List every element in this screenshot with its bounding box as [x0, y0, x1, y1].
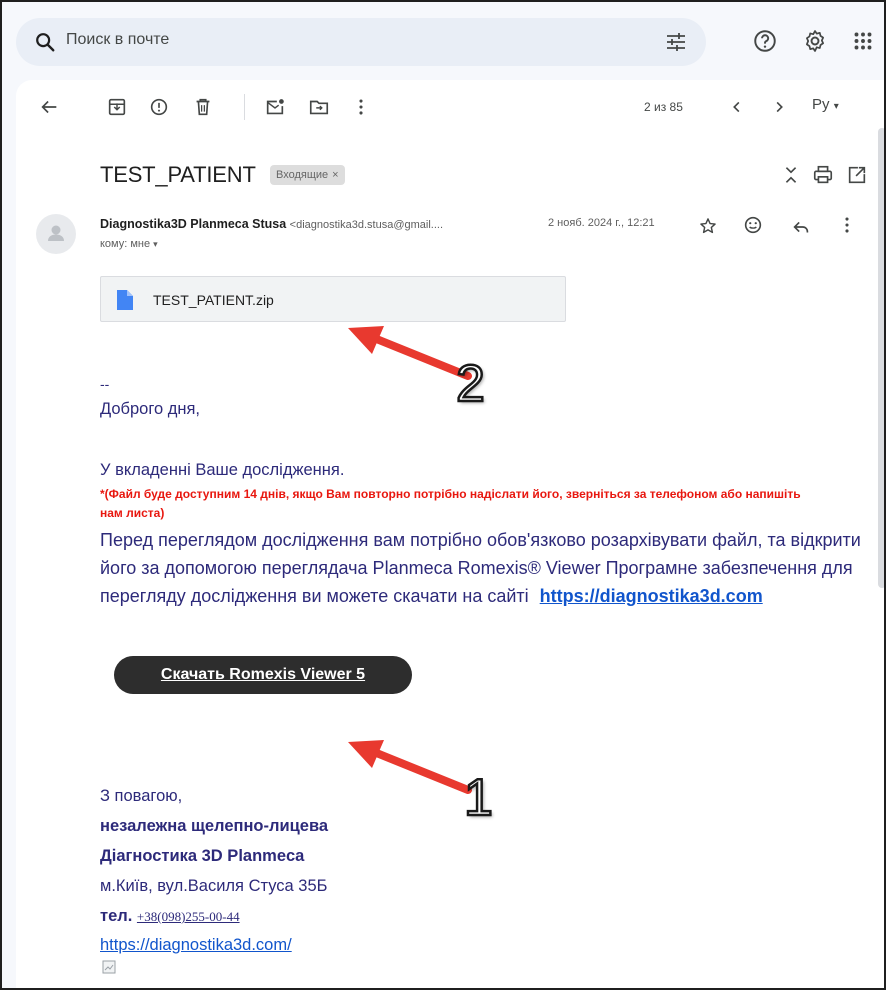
help-icon[interactable] [752, 28, 778, 54]
signature-dash: -- [100, 376, 110, 392]
signature-line-1: незалежна щелепно-лицева [100, 817, 329, 835]
email-toolbar: 2 из 85 Ру ▾ [16, 80, 884, 136]
broken-image-icon [102, 960, 116, 974]
previous-email-icon[interactable] [726, 96, 748, 118]
search-bar[interactable]: Поиск в почте [16, 18, 706, 66]
message-more-icon[interactable] [836, 214, 858, 236]
apps-grid-icon[interactable] [850, 28, 876, 54]
report-spam-icon[interactable] [148, 96, 170, 118]
email-date: 2 нояб. 2024 г., 12:21 [548, 217, 655, 229]
signature-link-text[interactable]: https://diagnostika3d.com/ [100, 936, 292, 954]
search-icon[interactable] [34, 31, 56, 53]
input-language-selector[interactable]: Ру ▾ [812, 96, 839, 113]
gmail-window: Поиск в почте 2 из 85 Ру ▾ TEST_PATIENT … [0, 0, 886, 990]
annotation-arrow-1 [348, 740, 472, 794]
email-subject: TEST_PATIENT [100, 162, 256, 187]
sender-info: Diagnostika3D Planmeca Stusa <diagnostik… [100, 217, 443, 231]
address-text: м.Київ, вул.Василя Стуса 35Б [100, 877, 328, 895]
phone-line: тел. +38(098)255-00-44 [100, 907, 240, 926]
reply-icon[interactable] [790, 216, 812, 238]
pager-count: 2 из 85 [644, 100, 683, 114]
expand-all-icon[interactable] [780, 164, 802, 186]
regards-text: З повагою, [100, 787, 183, 805]
annotation-number-1: 1 [463, 768, 494, 829]
star-icon[interactable] [698, 216, 718, 236]
top-bar: Поиск в почте [2, 2, 884, 78]
instructions-paragraph: Перед переглядом дослідження вам потрібн… [100, 526, 870, 610]
attachment-chip[interactable]: TEST_PATIENT.zip [100, 276, 566, 322]
print-icon[interactable] [812, 164, 834, 186]
delete-icon[interactable] [192, 96, 214, 118]
scrollbar[interactable] [878, 128, 884, 588]
search-input[interactable]: Поиск в почте [66, 31, 169, 49]
language-label: Ру [812, 96, 830, 113]
emoji-reaction-icon[interactable] [742, 214, 764, 236]
intro-text: У вкладенні Ваше дослідження. [100, 461, 345, 479]
greeting: Доброго дня, [100, 400, 201, 418]
mark-unread-icon[interactable] [264, 96, 286, 118]
chevron-down-icon: ▾ [833, 101, 839, 112]
sender-email: <diagnostika3d.stusa@gmail.... [289, 219, 444, 231]
phone-number[interactable]: +38(098)255-00-44 [137, 909, 240, 924]
sender-name[interactable]: Diagnostika3D Planmeca Stusa [100, 217, 286, 231]
more-options-icon[interactable] [350, 96, 372, 118]
move-to-icon[interactable] [308, 96, 330, 118]
search-options-icon[interactable] [664, 30, 688, 54]
recipient-line[interactable]: кому: мне ▾ [100, 238, 158, 250]
phone-label: тел. [100, 907, 133, 925]
chevron-down-icon: ▾ [153, 239, 158, 249]
signature-website-link[interactable]: https://diagnostika3d.com/ [100, 936, 292, 955]
file-icon [117, 290, 133, 310]
open-new-window-icon[interactable] [846, 164, 868, 186]
download-romexis-button[interactable]: Скачать Romexis Viewer 5 [114, 656, 412, 694]
annotation-number-2: 2 [455, 354, 486, 415]
label-text: Входящие [276, 169, 329, 181]
archive-icon[interactable] [106, 96, 128, 118]
settings-icon[interactable] [802, 28, 828, 54]
recipient-text: кому: мне [100, 238, 151, 250]
person-icon [48, 225, 64, 241]
back-arrow-icon[interactable] [38, 96, 60, 118]
signature-line-2: Діагностика 3D Planmeca [100, 847, 305, 865]
inbox-label-chip[interactable]: Входящие × [270, 165, 345, 185]
website-link[interactable]: https://diagnostika3d.com [540, 586, 763, 606]
toolbar-divider [244, 94, 245, 120]
remove-label-icon[interactable]: × [332, 169, 338, 181]
availability-note: *(Файл буде доступним 14 днів, якщо Вам … [100, 487, 801, 520]
avatar[interactable] [36, 214, 76, 254]
next-email-icon[interactable] [768, 96, 790, 118]
attachment-name: TEST_PATIENT.zip [153, 292, 274, 308]
